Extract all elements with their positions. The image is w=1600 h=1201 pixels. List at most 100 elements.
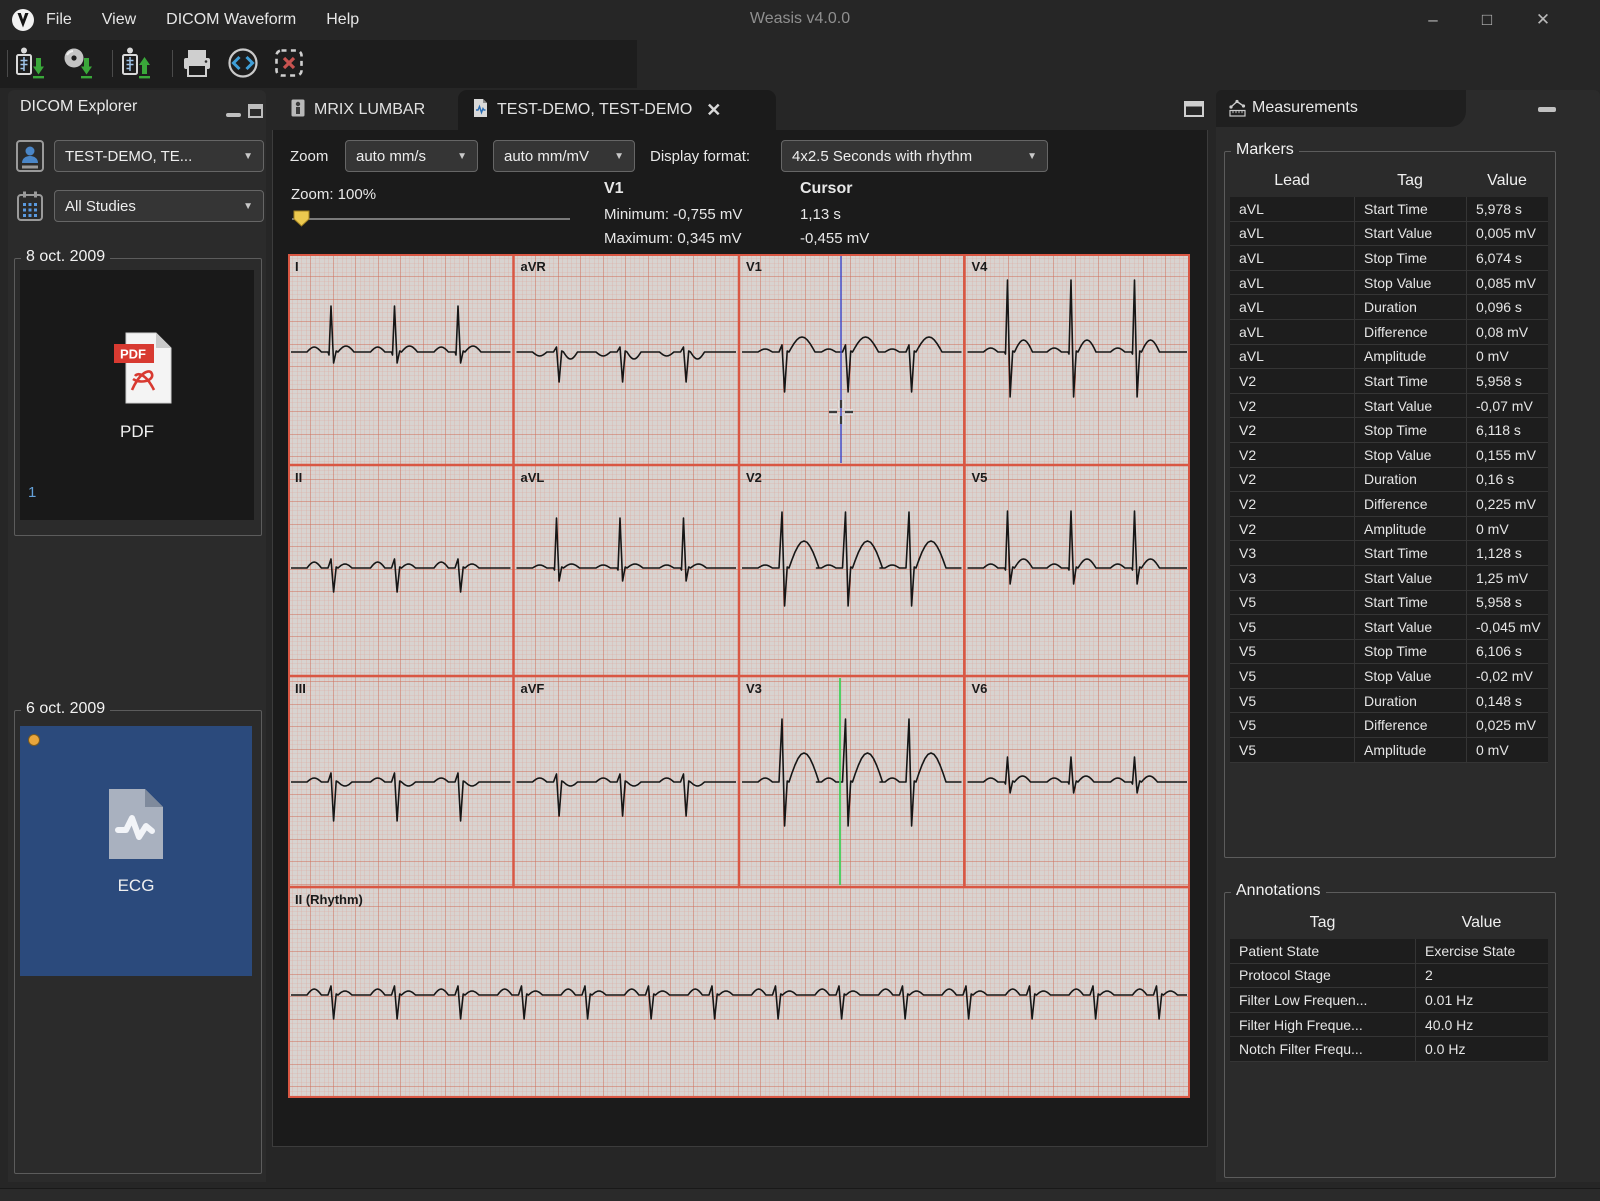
speed-select[interactable]: auto mm/s ▼	[345, 140, 478, 172]
table-row[interactable]: aVL Difference 0,08 mV	[1230, 319, 1548, 345]
tab-close-icon[interactable]: ✕	[706, 100, 721, 121]
table-row[interactable]: V2 Duration 0,16 s	[1230, 467, 1548, 493]
table-cell: 1,128 s	[1466, 541, 1548, 565]
gain-select[interactable]: auto mm/mV ▼	[493, 140, 635, 172]
xray-patient-icon	[290, 98, 306, 123]
table-row[interactable]: V2 Amplitude 0 mV	[1230, 516, 1548, 542]
table-cell: Stop Time	[1354, 246, 1466, 270]
table-cell: Exercise State	[1415, 939, 1548, 963]
table-row[interactable]: V5 Stop Value -0,02 mV	[1230, 664, 1548, 689]
tab-mrix-lumbar[interactable]: MRIX LUMBAR	[276, 90, 439, 130]
table-cell: V5	[1239, 741, 1257, 758]
explorer-undock-icon[interactable]	[248, 104, 263, 123]
chevron-down-icon: ▼	[243, 150, 253, 162]
gain-select-value: auto mm/mV	[504, 147, 590, 165]
table-row[interactable]: V3 Start Value 1,25 mV	[1230, 565, 1548, 591]
table-cell: 0,08 mV	[1466, 319, 1548, 344]
table-cell: Start Time	[1354, 541, 1466, 565]
table-cell: Stop Time	[1354, 418, 1466, 442]
tab-label: TEST-DEMO, TEST-DEMO	[497, 101, 693, 118]
display-format-select[interactable]: 4x2.5 Seconds with rhythm ▼	[781, 140, 1048, 172]
table-row[interactable]: V2 Start Value -0,07 mV	[1230, 393, 1548, 419]
table-cell: 0,148 s	[1466, 688, 1548, 713]
table-cell: 6,118 s	[1466, 418, 1548, 442]
table-row[interactable]: aVL Stop Time 6,074 s	[1230, 246, 1548, 271]
table-cell: 6,074 s	[1466, 246, 1548, 270]
table-cell: Filter Low Frequen...	[1239, 991, 1368, 1008]
dicom-code-icon[interactable]	[226, 46, 260, 80]
table-row[interactable]: V5 Start Time 5,958 s	[1230, 590, 1548, 616]
table-row[interactable]: aVL Start Value 0,005 mV	[1230, 221, 1548, 247]
table-row[interactable]: V3 Start Time 1,128 s	[1230, 541, 1548, 566]
measurements-minimize-icon[interactable]	[1538, 107, 1556, 112]
table-row[interactable]: V5 Amplitude 0 mV	[1230, 738, 1548, 763]
close-exam-icon[interactable]	[272, 46, 306, 80]
ecg-canvas[interactable]: IaVR V1 V4 II aVL V2 V5 III aVF V3 V6 II (Rhythm)	[288, 254, 1190, 1098]
dicom-import-icon[interactable]	[14, 46, 48, 80]
table-row[interactable]: V2 Stop Value 0,155 mV	[1230, 442, 1548, 468]
table-row[interactable]: V5 Difference 0,025 mV	[1230, 713, 1548, 739]
study-select[interactable]: All Studies ▼	[54, 190, 264, 222]
tab-test-demo[interactable]: TEST-DEMO, TEST-DEMO ✕	[458, 90, 776, 130]
table-row[interactable]: aVL Start Time 5,978 s	[1230, 197, 1548, 222]
table-row[interactable]: V5 Duration 0,148 s	[1230, 688, 1548, 714]
tab-label: MRIX LUMBAR	[314, 101, 426, 118]
table-cell: V2	[1239, 446, 1257, 463]
series-thumbnail-ecg[interactable]: ECG	[20, 726, 252, 976]
table-cell: 2	[1415, 963, 1548, 988]
explorer-minimize-icon[interactable]	[226, 113, 241, 117]
annotations-legend: Annotations	[1231, 882, 1326, 900]
selection-dot-icon	[28, 734, 40, 746]
table-row[interactable]: V5 Stop Time 6,106 s	[1230, 639, 1548, 665]
table-cell: Start Value	[1354, 565, 1466, 590]
table-row[interactable]: Filter High Freque... 40.0 Hz	[1230, 1012, 1548, 1038]
table-cell: Difference	[1354, 713, 1466, 738]
column-header-value: Value	[1487, 171, 1527, 189]
markers-legend: Markers	[1231, 141, 1299, 159]
column-header-tag: Tag	[1397, 171, 1423, 189]
table-row[interactable]: V2 Difference 0,225 mV	[1230, 492, 1548, 517]
window-minimize-button[interactable]: –	[1420, 8, 1446, 32]
svg-text:V6: V6	[972, 681, 988, 696]
table-cell: V5	[1239, 692, 1257, 709]
annotations-group: Annotations Tag Value Patient State Exerc…	[1224, 882, 1556, 1178]
window-maximize-button[interactable]: □	[1474, 8, 1500, 32]
ecg-file-icon	[108, 788, 164, 865]
table-row[interactable]: aVL Amplitude 0 mV	[1230, 344, 1548, 370]
annotations-table-header: Tag Value	[1230, 906, 1548, 939]
study-select-value: All Studies	[65, 197, 136, 215]
table-cell: 0,085 mV	[1466, 270, 1548, 295]
print-icon[interactable]	[180, 46, 214, 80]
toolbar-separator	[112, 50, 113, 77]
table-row[interactable]: aVL Duration 0,096 s	[1230, 295, 1548, 320]
table-cell: Start Value	[1354, 221, 1466, 246]
series-thumbnail-pdf[interactable]: PDF PDF 1	[20, 270, 254, 520]
window-close-button[interactable]: ✕	[1530, 8, 1556, 32]
patient-select[interactable]: TEST-DEMO, TE... ▼	[54, 140, 264, 172]
table-row[interactable]: V2 Start Time 5,958 s	[1230, 369, 1548, 394]
table-row[interactable]: V2 Stop Time 6,118 s	[1230, 418, 1548, 443]
cd-import-icon[interactable]	[62, 46, 96, 80]
table-cell: 0,005 mV	[1466, 221, 1548, 246]
table-cell: V3	[1239, 569, 1257, 586]
table-cell: V5	[1239, 643, 1257, 660]
table-cell: Difference	[1354, 319, 1466, 344]
toolbar-separator	[7, 50, 8, 77]
zoom-slider-thumb[interactable]	[293, 210, 310, 232]
table-row[interactable]: Filter Low Frequen... 0.01 Hz	[1230, 988, 1548, 1013]
table-row[interactable]: aVL Stop Value 0,085 mV	[1230, 270, 1548, 296]
layout-panel-icon[interactable]	[1184, 101, 1204, 122]
dicom-export-icon[interactable]	[120, 46, 154, 80]
table-row[interactable]: Notch Filter Frequ... 0.0 Hz	[1230, 1037, 1548, 1062]
svg-text:II (Rhythm): II (Rhythm)	[295, 892, 363, 907]
table-cell: V3	[1239, 545, 1257, 562]
toolbar-separator	[172, 50, 173, 77]
svg-text:V4: V4	[972, 259, 989, 274]
table-row[interactable]: Patient State Exercise State	[1230, 939, 1548, 964]
zoom-slider-track[interactable]	[292, 218, 570, 220]
table-row[interactable]: Protocol Stage 2	[1230, 963, 1548, 989]
table-cell: 1,25 mV	[1466, 565, 1548, 590]
table-row[interactable]: V5 Start Value -0,045 mV	[1230, 615, 1548, 640]
svg-text:I: I	[295, 259, 299, 274]
table-cell: 0 mV	[1466, 516, 1548, 541]
